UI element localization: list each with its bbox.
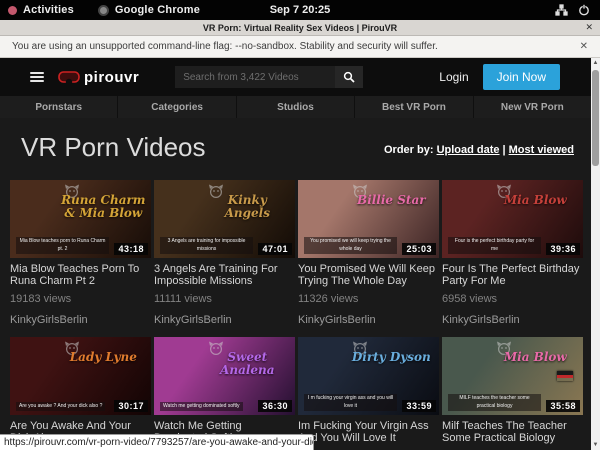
nav-item-categories[interactable]: Categories	[118, 96, 235, 118]
power-icon[interactable]	[578, 4, 590, 16]
status-url: https://pirouvr.com/vr-porn-video/779325…	[4, 437, 313, 448]
chrome-warning-infobar: You are using an unsupported command-lin…	[0, 36, 600, 58]
video-thumbnail[interactable]: Kinky Angels 3 Angels are training for i…	[154, 180, 295, 258]
page-viewport: pirouvr Login Join Now Pornstars Categor…	[0, 58, 600, 450]
video-studio-link[interactable]: KinkyGirlsBerlin	[10, 314, 151, 326]
video-thumbnail[interactable]: Dirty Dyson I m fucking your virgin ass …	[298, 337, 439, 415]
login-link[interactable]: Login	[439, 70, 468, 84]
thumbnail-caption: Four is the perfect birthday party for m…	[448, 237, 541, 254]
video-thumbnail[interactable]: Mia Blow Four is the perfect birthday pa…	[442, 180, 583, 258]
thumbnail-caption: I m fucking your virgin ass and you will…	[304, 394, 397, 411]
thumbnail-model-name: Sweet Analena	[204, 351, 291, 376]
german-flag	[557, 371, 573, 381]
duration-badge: 47:01	[258, 243, 292, 255]
thumbnail-caption: Watch me getting dominated softly	[160, 402, 243, 412]
scrollbar-down-arrow-icon[interactable]: ▼	[591, 440, 600, 450]
join-now-button[interactable]: Join Now	[483, 64, 560, 90]
order-link-upload-date[interactable]: Upload date	[437, 144, 500, 156]
thumbnail-model-name: Mia Blow	[492, 351, 579, 364]
video-thumbnail[interactable]: Lady Lyne Are you awake ? And your dick …	[10, 337, 151, 415]
search-icon	[343, 71, 355, 83]
duration-badge: 43:18	[114, 243, 148, 255]
nav-item-studios[interactable]: Studios	[237, 96, 354, 118]
thumbnail-model-name: Billie Star	[348, 194, 435, 207]
search-button[interactable]	[335, 66, 363, 88]
order-separator: |	[503, 144, 506, 156]
video-title-link[interactable]: Milf Teaches The Teacher Some Practical …	[442, 420, 583, 444]
video-title-link[interactable]: Im Fucking Your Virgin Ass And You Will …	[298, 420, 439, 444]
video-thumbnail[interactable]: Runa Charm & Mia Blow Mia Blow teaches p…	[10, 180, 151, 258]
video-card: Kinky Angels 3 Angels are training for i…	[154, 180, 295, 326]
clock[interactable]: Sep 7 20:25	[0, 4, 600, 16]
video-studio-link[interactable]: KinkyGirlsBerlin	[298, 314, 439, 326]
vr-goggles-icon	[58, 71, 80, 84]
duration-badge: 33:59	[402, 400, 436, 412]
duration-badge: 35:58	[546, 400, 580, 412]
order-link-most-viewed[interactable]: Most viewed	[509, 144, 574, 156]
order-by: Order by: Upload date|Most viewed	[384, 144, 574, 156]
thumbnail-model-name: Runa Charm & Mia Blow	[60, 194, 147, 219]
page-title: VR Porn Videos	[21, 132, 206, 163]
video-thumbnail[interactable]: Mia Blow MILF teaches the teacher some p…	[442, 337, 583, 415]
thumbnail-caption: 3 Angels are training for impossible mis…	[160, 237, 253, 254]
thumbnail-model-name: Dirty Dyson	[348, 351, 435, 364]
window-title: VR Porn: Virtual Reality Sex Videos | Pi…	[0, 23, 600, 33]
logo-text: pirouvr	[84, 69, 139, 86]
warning-close-icon[interactable]: ✕	[580, 41, 588, 52]
video-card: Runa Charm & Mia Blow Mia Blow teaches p…	[10, 180, 151, 326]
thumbnail-caption: MILF teaches the teacher some practical …	[448, 394, 541, 411]
video-title-link[interactable]: Mia Blow Teaches Porn To Runa Charm Pt 2	[10, 263, 151, 287]
nav-item-best-vr-porn[interactable]: Best VR Porn	[355, 96, 472, 118]
video-card: Mia Blow MILF teaches the teacher some p…	[442, 337, 583, 450]
heading-row: VR Porn Videos Order by: Upload date|Mos…	[0, 118, 600, 180]
video-card: Mia Blow Four is the perfect birthday pa…	[442, 180, 583, 326]
main-nav: Pornstars Categories Studios Best VR Por…	[0, 96, 591, 118]
video-studio-link[interactable]: KinkyGirlsBerlin	[442, 314, 583, 326]
video-thumbnail[interactable]: Sweet Analena Watch me getting dominated…	[154, 337, 295, 415]
duration-badge: 30:17	[114, 400, 148, 412]
nav-item-pornstars[interactable]: Pornstars	[0, 96, 117, 118]
video-card: Billie Star You promised we will keep tr…	[298, 180, 439, 326]
scrollbar-thumb[interactable]	[592, 70, 599, 166]
thumbnail-model-name: Kinky Angels	[204, 194, 291, 219]
desktop-top-bar: Activities Google Chrome Sep 7 20:25	[0, 0, 600, 20]
window-close-icon[interactable]: ✕	[585, 22, 593, 33]
video-studio-link[interactable]: KinkyGirlsBerlin	[154, 314, 295, 326]
video-views: 11326 views	[298, 293, 439, 305]
video-title-link[interactable]: You Promised We Will Keep Trying The Who…	[298, 263, 439, 287]
video-views: 6958 views	[442, 293, 583, 305]
search-group	[175, 66, 363, 88]
thumbnail-caption: You promised we will keep trying the who…	[304, 237, 397, 254]
video-views: 11111 views	[154, 293, 295, 305]
status-bar: https://pirouvr.com/vr-porn-video/779325…	[0, 434, 314, 450]
screen: Activities Google Chrome Sep 7 20:25 VR …	[0, 0, 600, 450]
thumbnail-model-name: Lady Lyne	[60, 351, 147, 364]
menu-hamburger-icon[interactable]	[30, 72, 44, 82]
search-input[interactable]	[175, 66, 335, 88]
duration-badge: 36:30	[258, 400, 292, 412]
order-by-label: Order by:	[384, 144, 434, 156]
site-header: pirouvr Login Join Now	[0, 58, 600, 96]
video-title-link[interactable]: Four Is The Perfect Birthday Party For M…	[442, 263, 583, 287]
video-grid: Runa Charm & Mia Blow Mia Blow teaches p…	[0, 180, 600, 450]
thumbnail-model-name: Mia Blow	[492, 194, 579, 207]
browser-title-bar[interactable]: VR Porn: Virtual Reality Sex Videos | Pi…	[0, 20, 600, 36]
duration-badge: 39:36	[546, 243, 580, 255]
scrollbar-up-arrow-icon[interactable]: ▲	[591, 58, 600, 68]
page-scrollbar[interactable]: ▲ ▼	[591, 58, 600, 450]
video-title-link[interactable]: 3 Angels Are Training For Impossible Mis…	[154, 263, 295, 287]
warning-text: You are using an unsupported command-lin…	[12, 41, 438, 52]
thumbnail-caption: Mia Blow teaches porn to Runa Charm pt. …	[16, 237, 109, 254]
duration-badge: 25:03	[402, 243, 436, 255]
network-tree-icon[interactable]	[555, 4, 568, 16]
site-logo[interactable]: pirouvr	[58, 69, 139, 86]
video-views: 19183 views	[10, 293, 151, 305]
nav-item-new-vr-porn[interactable]: New VR Porn	[474, 96, 591, 118]
video-card: Dirty Dyson I m fucking your virgin ass …	[298, 337, 439, 450]
thumbnail-caption: Are you awake ? And your dick also ?	[16, 402, 105, 412]
video-thumbnail[interactable]: Billie Star You promised we will keep tr…	[298, 180, 439, 258]
